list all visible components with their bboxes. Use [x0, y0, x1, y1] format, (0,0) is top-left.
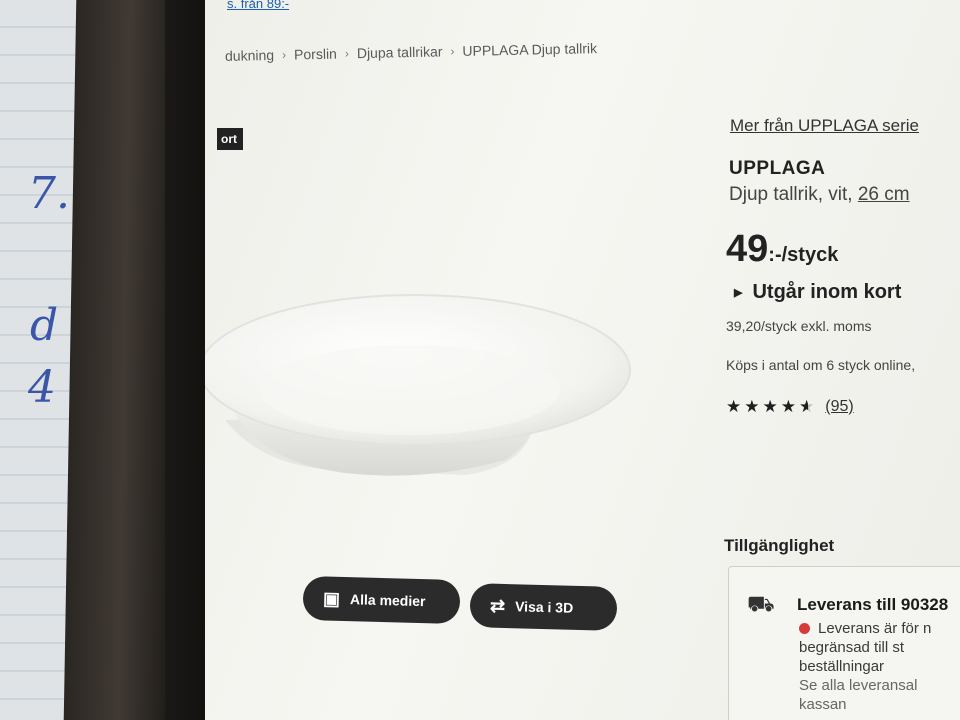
top-link[interactable]: s. från 89:- — [227, 0, 289, 11]
notebook-handwriting: 7. — [28, 168, 70, 219]
star-icon: ★ — [780, 397, 799, 416]
star-icon: ★ — [762, 397, 781, 416]
triangle-right-icon: ▶ — [734, 287, 743, 299]
product-description: Djup tallrik, vit, 26 cm — [729, 184, 910, 206]
product-description-text: Djup tallrik, vit, — [729, 184, 853, 205]
all-media-button[interactable]: ▣ Alla medier — [302, 575, 461, 625]
product-info-panel: Mer från UPPLAGA serie UPPLAGA Djup tall… — [720, 0, 960, 720]
notebook-handwriting: 4 — [28, 362, 56, 413]
chevron-right-icon: › — [281, 47, 287, 62]
deep-plate-image — [205, 294, 631, 476]
truck-icon: ⛟ — [747, 591, 775, 616]
status-dot-icon — [799, 623, 810, 634]
quantity-note: Köps i antal om 6 styck online, — [726, 357, 916, 373]
delivery-line: beställningar — [799, 658, 885, 675]
product-status[interactable]: ▶ Utgår inom kort — [734, 281, 901, 304]
product-image[interactable] — [205, 90, 715, 560]
delivery-line: begränsad till st — [799, 639, 905, 656]
price-ex-vat: 39,20/styck exkl. moms — [726, 318, 872, 334]
breadcrumb-item[interactable]: Porslin — [294, 46, 337, 63]
delivery-line: Leverans är för n — [818, 620, 932, 637]
breadcrumb-item[interactable]: dukning — [225, 47, 274, 64]
product-size-link[interactable]: 26 cm — [858, 184, 910, 205]
delivery-details: Leverans är för n begränsad till st best… — [799, 619, 960, 714]
chevron-right-icon: › — [344, 46, 350, 61]
view-3d-button[interactable]: ⇄ Visa i 3D — [469, 583, 618, 631]
product-name: UPPLAGA — [729, 158, 826, 179]
notebook-handwriting: d — [30, 300, 59, 351]
availability-heading: Tillgänglighet — [724, 536, 835, 555]
delivery-card[interactable]: ⛟ Leverans till 90328 Leverans är för n … — [728, 566, 960, 720]
review-count-link[interactable]: (95) — [825, 398, 853, 416]
star-half-icon: ★ — [799, 397, 818, 416]
delivery-line: Se alla leveransal — [799, 677, 918, 694]
star-icon: ★ — [726, 397, 745, 416]
star-icon: ★ — [744, 397, 763, 416]
breadcrumb-item[interactable]: Djupa tallrikar — [357, 43, 443, 61]
rating[interactable]: ★★★★★ (95) — [726, 397, 854, 417]
breadcrumb: dukning › Porslin › Djupa tallrikar › UP… — [225, 40, 597, 64]
more-from-series-link[interactable]: Mer från UPPLAGA serie — [730, 116, 919, 136]
price-amount: 49 — [726, 228, 769, 270]
price-unit: :-/styck — [768, 244, 839, 266]
browser-screen: s. från 89:- dukning › Porslin › Djupa t… — [205, 0, 960, 720]
rating-stars: ★★★★★ — [726, 397, 817, 417]
rotate-3d-icon: ⇄ — [489, 595, 506, 616]
product-price: 49:-/styck — [726, 228, 838, 271]
product-status-text: Utgår inom kort — [752, 281, 902, 303]
breadcrumb-item-current: UPPLAGA Djup tallrik — [462, 40, 598, 59]
view-3d-label: Visa i 3D — [514, 598, 574, 616]
delivery-line: kassan — [799, 696, 847, 713]
chevron-right-icon: › — [450, 44, 455, 59]
media-gallery-icon: ▣ — [322, 587, 341, 609]
delivery-title: Leverans till 90328 — [797, 595, 949, 614]
all-media-label: Alla medier — [349, 591, 426, 610]
